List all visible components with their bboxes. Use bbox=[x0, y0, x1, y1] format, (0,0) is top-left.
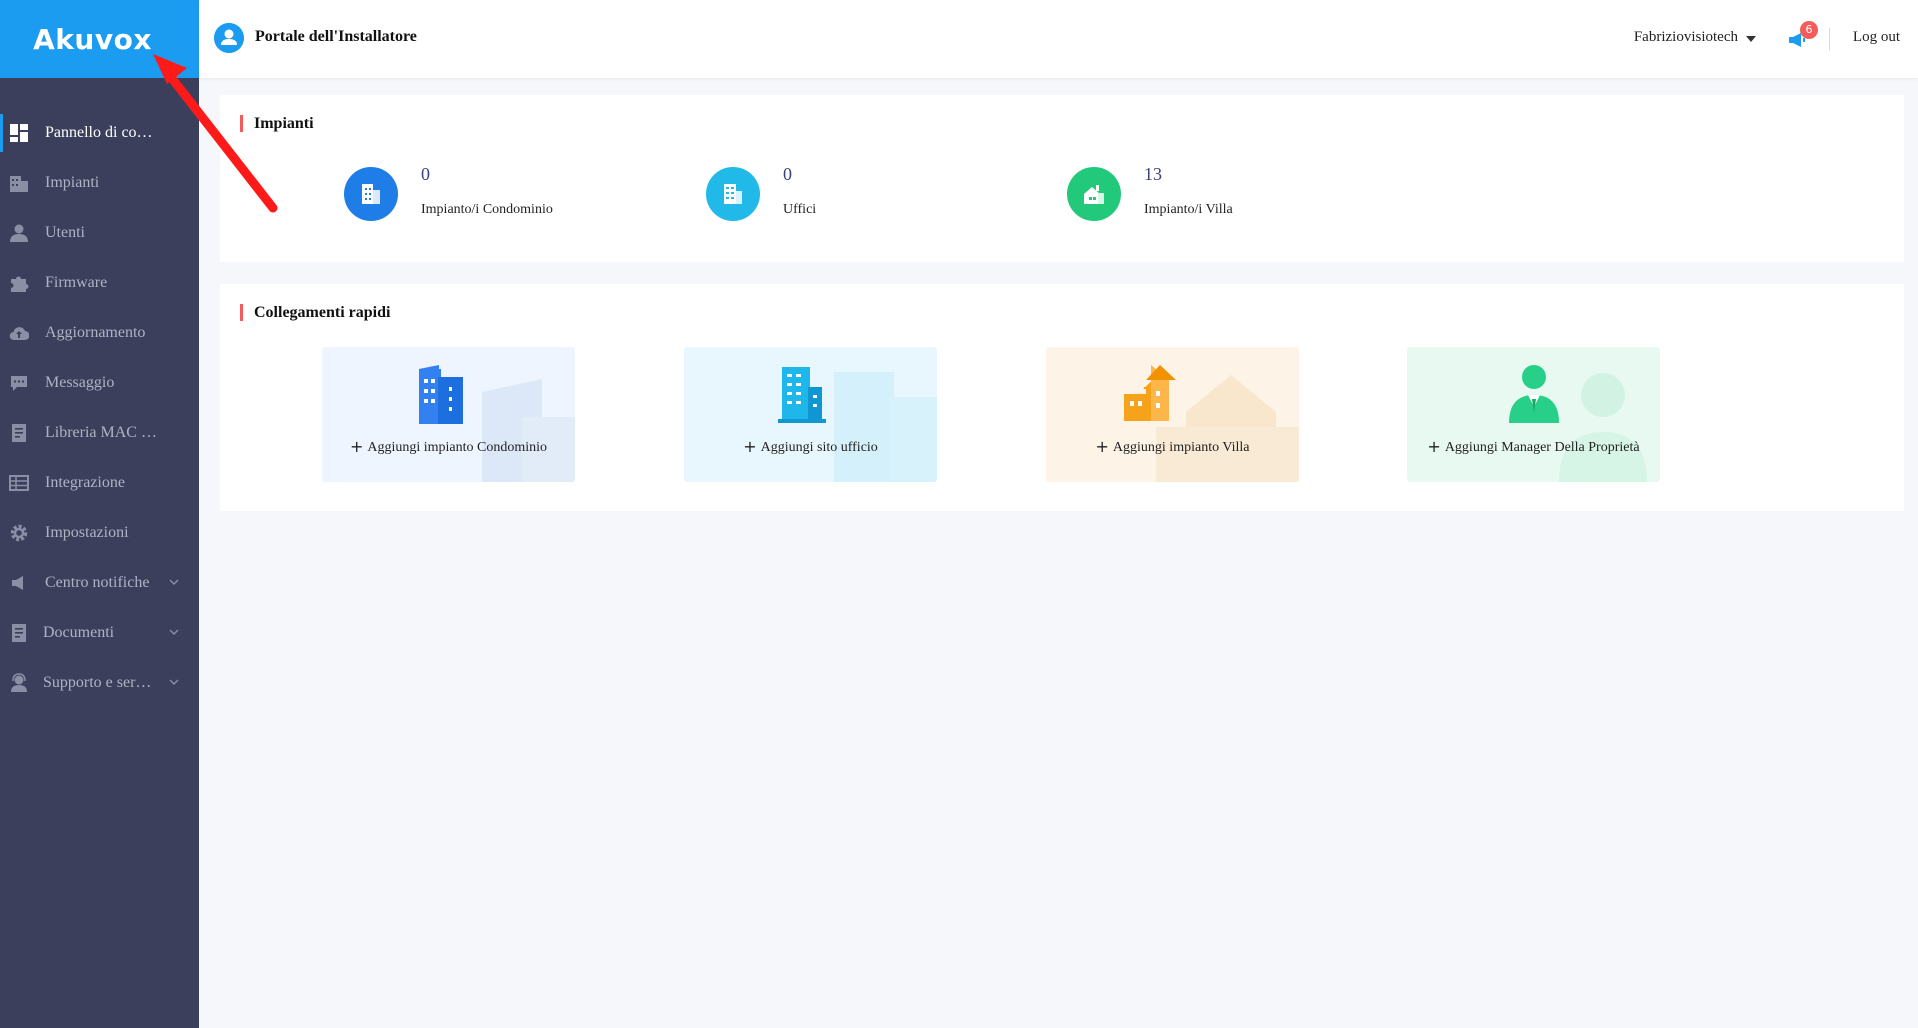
villa-illustration bbox=[1124, 365, 1299, 482]
akuvox-logo[interactable]: Akuvox bbox=[0, 0, 199, 78]
stat-value: 0 bbox=[783, 164, 792, 184]
sidebar-item-aggiornamento[interactable]: Aggiornamento bbox=[0, 308, 199, 358]
caret-down-icon bbox=[1746, 35, 1756, 42]
plus-icon: + bbox=[1427, 437, 1441, 456]
chevron-down-icon bbox=[169, 579, 179, 585]
office-illustration bbox=[778, 367, 937, 482]
document-icon bbox=[12, 424, 26, 442]
office-building-icon bbox=[724, 184, 742, 204]
stat-villa[interactable]: 13 Impianto/i Villa bbox=[1067, 164, 1367, 227]
buildings-icon bbox=[10, 176, 28, 192]
manager-illustration bbox=[1509, 365, 1647, 482]
notification-badge: 6 bbox=[1800, 21, 1818, 39]
headset-icon bbox=[11, 673, 27, 692]
portal-title: Portale dell'Installatore bbox=[255, 28, 417, 45]
sidebar-item-label: Documenti bbox=[43, 624, 115, 641]
tile-label: + Aggiungi Manager Della Proprietà bbox=[1407, 437, 1660, 456]
tile-label: + Aggiungi impianto Condominio bbox=[322, 437, 575, 456]
add-property-manager-tile[interactable]: + Aggiungi Manager Della Proprietà bbox=[1407, 347, 1660, 482]
chevron-down-icon bbox=[169, 629, 179, 635]
sidebar-item-libreria-mac[interactable]: Libreria MAC … bbox=[0, 408, 199, 458]
section-title-quick-links: Collegamenti rapidi bbox=[240, 304, 390, 322]
plus-icon: + bbox=[1095, 437, 1109, 456]
user-dropdown[interactable]: Fabriziovisiotech bbox=[1634, 29, 1756, 46]
quick-links-card: Collegamenti rapidi + Aggiungi impianto C… bbox=[220, 284, 1904, 511]
sidebar-item-centro-notifiche[interactable]: Centro notifiche bbox=[0, 558, 199, 608]
user-circle-icon bbox=[214, 23, 244, 53]
sidebar-nav: Pannello di co… Impianti Utenti Firmware… bbox=[0, 108, 199, 708]
dashboard-icon bbox=[10, 124, 28, 142]
sidebar-item-label: Pannello di co… bbox=[45, 124, 153, 141]
table-icon bbox=[9, 475, 29, 491]
stat-uffici[interactable]: 0 Uffici bbox=[706, 164, 1006, 227]
puzzle-icon bbox=[11, 276, 29, 292]
building-icon bbox=[362, 184, 380, 204]
sidebar-item-label: Aggiornamento bbox=[45, 324, 146, 341]
sidebar-item-label: Integrazione bbox=[45, 474, 125, 491]
add-condominio-tile[interactable]: + Aggiungi impianto Condominio bbox=[322, 347, 575, 482]
stat-condominio[interactable]: 0 Impianto/i Condominio bbox=[344, 164, 644, 227]
condominio-illustration bbox=[419, 365, 575, 482]
sidebar: Akuvox Pannello di co… Impianti Utenti F… bbox=[0, 0, 199, 1028]
sidebar-item-label: Utenti bbox=[45, 224, 85, 241]
top-header: Portale dell'Installatore Fabriziovisiot… bbox=[199, 0, 1918, 78]
cloud-upload-icon bbox=[9, 327, 29, 341]
add-villa-tile[interactable]: + Aggiungi impianto Villa bbox=[1046, 347, 1299, 482]
chat-icon bbox=[11, 376, 27, 391]
tile-label: + Aggiungi impianto Villa bbox=[1046, 437, 1299, 456]
gear-icon bbox=[10, 524, 28, 542]
sidebar-item-utenti[interactable]: Utenti bbox=[0, 208, 199, 258]
sidebar-item-label: Supporto e ser… bbox=[43, 674, 152, 691]
sidebar-item-label: Messaggio bbox=[45, 374, 115, 391]
plus-icon: + bbox=[743, 437, 757, 456]
tile-label: + Aggiungi sito ufficio bbox=[684, 437, 937, 456]
header-divider bbox=[1829, 28, 1830, 50]
logout-button[interactable]: Log out bbox=[1853, 29, 1900, 46]
stat-value: 0 bbox=[421, 164, 430, 184]
sidebar-item-documenti[interactable]: Documenti bbox=[0, 608, 199, 658]
sidebar-item-impianti[interactable]: Impianti bbox=[0, 158, 199, 208]
sidebar-item-firmware[interactable]: Firmware bbox=[0, 258, 199, 308]
stat-label: Impianto/i Condominio bbox=[421, 202, 553, 217]
tile-text: Aggiungi impianto Condominio bbox=[367, 440, 548, 455]
section-title-impianti: Impianti bbox=[240, 115, 314, 133]
sidebar-item-integrazione[interactable]: Integrazione bbox=[0, 458, 199, 508]
sidebar-item-dashboard[interactable]: Pannello di co… bbox=[0, 108, 199, 158]
uffici-circle bbox=[706, 167, 760, 221]
sidebar-item-label: Impianti bbox=[45, 174, 100, 191]
tile-text: Aggiungi impianto Villa bbox=[1112, 440, 1250, 455]
user-icon bbox=[10, 224, 28, 242]
sidebar-item-messaggio[interactable]: Messaggio bbox=[0, 358, 199, 408]
logo-text: Akuvox bbox=[33, 22, 152, 56]
stat-label: Uffici bbox=[783, 202, 817, 217]
username: Fabriziovisiotech bbox=[1633, 29, 1738, 45]
condominio-circle bbox=[344, 167, 398, 221]
sidebar-item-label: Impostazioni bbox=[45, 524, 129, 541]
sidebar-item-label: Libreria MAC … bbox=[45, 424, 157, 441]
sidebar-item-label: Firmware bbox=[45, 274, 108, 291]
add-ufficio-tile[interactable]: + Aggiungi sito ufficio bbox=[684, 347, 937, 482]
villa-circle bbox=[1067, 167, 1121, 221]
sidebar-item-impostazioni[interactable]: Impostazioni bbox=[0, 508, 199, 558]
stat-value: 13 bbox=[1144, 164, 1162, 184]
tile-text: Aggiungi sito ufficio bbox=[760, 440, 878, 455]
impianti-card: Impianti 0 Impianto/i Condominio 0 Uffic… bbox=[220, 95, 1904, 262]
plus-icon: + bbox=[349, 437, 364, 456]
megaphone-icon bbox=[12, 576, 23, 590]
house-icon bbox=[1084, 185, 1104, 204]
document-icon bbox=[12, 624, 26, 642]
sidebar-item-supporto[interactable]: Supporto e ser… bbox=[0, 658, 199, 708]
tile-text: Aggiungi Manager Della Proprietà bbox=[1444, 440, 1640, 455]
chevron-down-icon bbox=[169, 679, 179, 685]
stat-label: Impianto/i Villa bbox=[1144, 202, 1233, 217]
sidebar-item-label: Centro notifiche bbox=[45, 574, 150, 591]
